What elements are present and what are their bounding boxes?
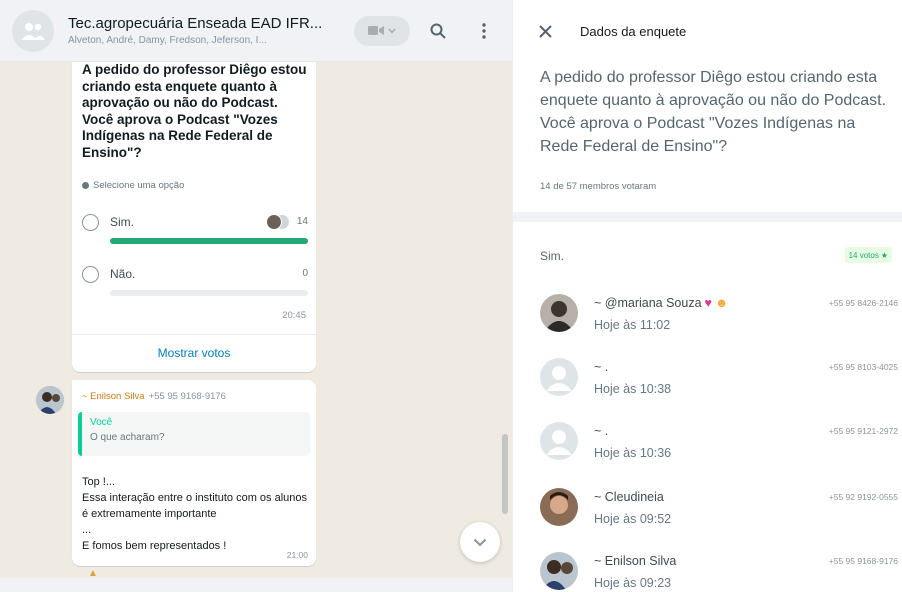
voter-avatar[interactable] xyxy=(540,552,578,590)
avatar-photo-icon xyxy=(540,552,578,590)
select-hint-icon xyxy=(82,182,89,189)
message-timestamp: 21:00 xyxy=(286,550,308,560)
voter-phone: +55 95 8103-4025 xyxy=(828,362,898,372)
option-progress-track xyxy=(110,290,308,296)
quoted-message[interactable]: Você O que acharam? xyxy=(78,412,310,456)
voter-avatars xyxy=(266,214,292,230)
hearts-emoji-icon: ♥ xyxy=(704,296,712,310)
default-avatar-icon xyxy=(546,366,572,391)
poll-timestamp: 20:45 xyxy=(282,310,306,321)
voter-row[interactable]: ~ Cleudineia Hoje às 09:52 +55 92 9192-0… xyxy=(540,488,900,532)
voter-name: ~ . xyxy=(594,424,609,438)
option-label: Não. xyxy=(110,267,136,281)
avatar-photo-icon xyxy=(540,294,578,332)
video-call-button[interactable] xyxy=(354,15,410,46)
option-progress-fill xyxy=(110,238,308,244)
option-count: 14 xyxy=(296,216,308,227)
voted-count: 14 de 57 membros votaram xyxy=(540,181,657,192)
vote-time: Hoje às 11:02 xyxy=(594,318,671,332)
vote-time: Hoje às 10:38 xyxy=(594,382,672,396)
kebab-menu-icon xyxy=(482,22,486,39)
vote-time: Hoje às 10:36 xyxy=(594,446,672,460)
voter-name-text: ~ @mariana Souza xyxy=(594,296,702,310)
close-icon[interactable] xyxy=(539,24,552,38)
chat-header[interactable]: Tec.agropecuária Enseada EAD IFR... Alve… xyxy=(0,0,512,62)
search-button[interactable] xyxy=(420,13,456,49)
voter-row[interactable]: ~ . Hoje às 10:36 +55 95 9121-2972 xyxy=(540,422,900,466)
group-icon xyxy=(21,22,45,40)
voter-row[interactable]: ~ . Hoje às 10:38 +55 95 8103-4025 xyxy=(540,358,900,402)
voter-avatar xyxy=(266,214,282,230)
poll-message: A pedido do professor Diêgo estou criand… xyxy=(72,62,316,372)
voter-name: ~ Cleudineia xyxy=(594,490,664,504)
details-question: A pedido do professor Diêgo estou criand… xyxy=(540,69,887,155)
avatar-photo-icon xyxy=(540,488,578,526)
voter-row[interactable]: ~ Enilson Silva Hoje às 09:23 +55 95 916… xyxy=(540,552,900,592)
chat-header-text[interactable]: Tec.agropecuária Enseada EAD IFR... Alve… xyxy=(68,15,336,46)
voter-name: ~ . xyxy=(594,360,609,374)
details-title: Dados da enquete xyxy=(580,23,687,39)
voter-phone: +55 92 9192-0555 xyxy=(828,492,898,502)
voter-avatar[interactable] xyxy=(540,294,578,332)
chevron-down-icon xyxy=(388,28,396,34)
divider xyxy=(72,334,316,335)
star-icon: ★ xyxy=(880,250,888,260)
voter-name: ~ @mariana Souza ♥ ☻ xyxy=(594,296,728,310)
video-camera-icon xyxy=(368,26,384,35)
sender-phone: +55 95 9168-9176 xyxy=(148,391,226,402)
quote-text: O que acharam? xyxy=(90,432,165,443)
poll-hint: Selecione uma opção xyxy=(82,180,184,191)
votes-badge-text: 14 votos xyxy=(848,250,879,260)
option-label: Sim. xyxy=(110,215,134,229)
voter-phone: +55 95 9121-2972 xyxy=(828,426,898,436)
default-avatar-icon xyxy=(546,430,572,455)
scroll-to-bottom-button[interactable] xyxy=(460,522,500,562)
option-heading: Sim. xyxy=(540,249,564,263)
radio-button-sim[interactable] xyxy=(82,214,99,231)
voter-avatar[interactable] xyxy=(540,488,578,526)
chevron-down-icon xyxy=(473,538,487,546)
vote-time: Hoje às 09:52 xyxy=(594,512,672,526)
section-separator xyxy=(513,212,902,222)
hug-emoji-icon: ☻ xyxy=(714,296,729,310)
sender-name: ~ Enilson Silva xyxy=(82,391,145,402)
chat-title: Tec.agropecuária Enseada EAD IFR... xyxy=(68,15,323,32)
chat-pane: Tec.agropecuária Enseada EAD IFR... Alve… xyxy=(0,0,512,592)
poll-hint-text: Selecione uma opção xyxy=(93,180,185,191)
message-list[interactable]: A pedido do professor Diêgo estou criand… xyxy=(0,62,512,578)
option-progress-track xyxy=(110,238,308,244)
voter-row[interactable]: ~ @mariana Souza ♥ ☻ Hoje às 11:02 +55 9… xyxy=(540,294,900,338)
search-icon xyxy=(430,23,446,39)
chat-participants: Alveton, André, Damy, Fredson, Jeferson,… xyxy=(68,35,267,46)
radio-button-nao[interactable] xyxy=(82,266,99,283)
message-sender[interactable]: ~ Enilson Silva +55 95 9168-9176 xyxy=(82,391,226,402)
details-header: Dados da enquete xyxy=(513,0,902,62)
menu-button[interactable] xyxy=(466,13,502,49)
quote-author: Você xyxy=(90,417,113,428)
voter-avatar[interactable] xyxy=(540,358,578,396)
voter-avatar[interactable] xyxy=(540,422,578,460)
reply-message: ~ Enilson Silva +55 95 9168-9176 Você O q… xyxy=(72,380,316,566)
group-avatar[interactable] xyxy=(12,9,54,52)
message-text: Top !... Essa interação entre o institut… xyxy=(82,476,308,552)
voter-phone: +55 95 8426-2146 xyxy=(828,298,898,308)
voter-name: ~ Enilson Silva xyxy=(594,554,677,568)
avatar-photo-icon xyxy=(36,386,64,414)
scrollbar-thumb[interactable] xyxy=(502,434,508,514)
poll-question: A pedido do professor Diêgo estou criand… xyxy=(82,62,307,160)
poll-details-pane: Dados da enquete A pedido do professor D… xyxy=(512,0,902,592)
voter-phone: +55 95 9168-9176 xyxy=(828,556,898,566)
compose-bar[interactable] xyxy=(0,578,512,592)
vote-time: Hoje às 09:23 xyxy=(594,576,672,590)
sender-avatar[interactable] xyxy=(36,386,64,414)
show-votes-button[interactable]: Mostrar votos xyxy=(72,346,316,360)
option-count: 0 xyxy=(302,268,308,279)
votes-badge: 14 votos ★ xyxy=(844,247,892,263)
